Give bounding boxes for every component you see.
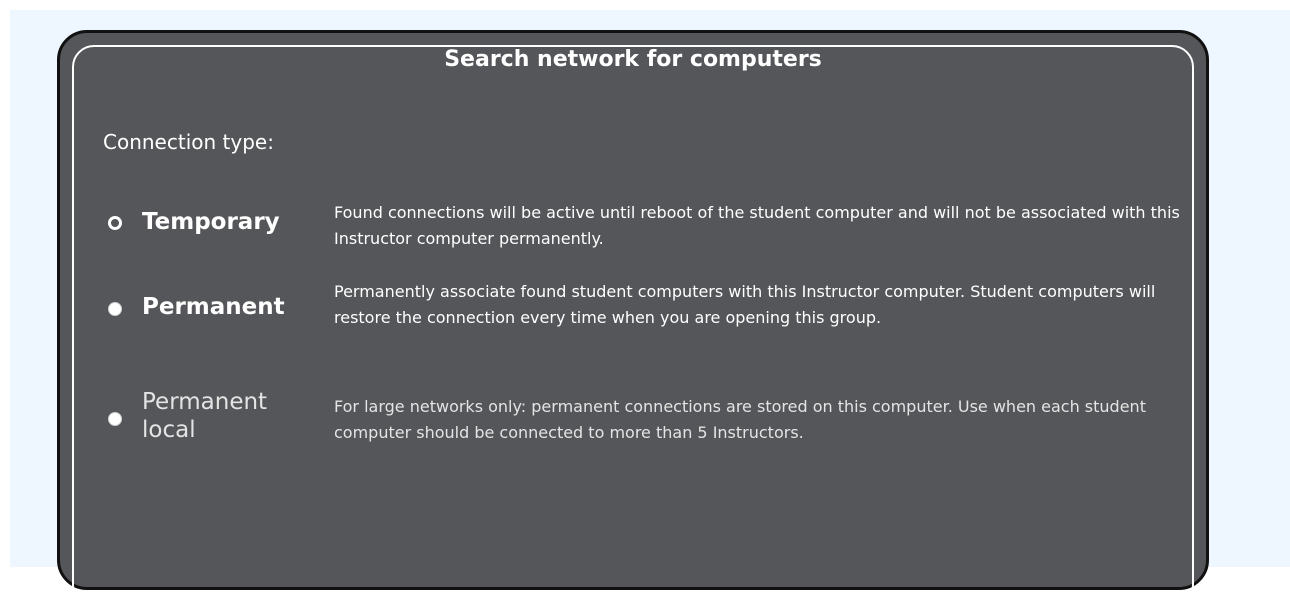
option-description-temporary: Found connections will be active until r…	[334, 203, 1180, 248]
connection-option-permanent-local[interactable]: Permanent local For large networks only:…	[108, 378, 1178, 448]
connection-option-permanent[interactable]: Permanent Permanently associate found st…	[108, 282, 1178, 363]
connection-type-label: Connection type:	[103, 130, 274, 154]
option-label-temporary: Temporary	[142, 209, 280, 235]
radio-temporary-selected[interactable]	[108, 216, 122, 230]
option-description-permanent: Permanently associate found student comp…	[334, 282, 1156, 327]
search-network-dialog: Search network for computers Connection …	[57, 30, 1209, 607]
option-description-permanent-local: For large networks only: permanent conne…	[334, 397, 1146, 442]
radio-permanent-local[interactable]	[108, 412, 122, 426]
option-label-permanent-local: Permanent local	[142, 389, 268, 443]
option-label-permanent: Permanent	[142, 294, 285, 320]
radio-permanent[interactable]	[108, 302, 122, 316]
dialog-title: Search network for computers	[444, 47, 822, 72]
connection-option-temporary[interactable]: Temporary Found connections will be acti…	[108, 203, 1180, 278]
